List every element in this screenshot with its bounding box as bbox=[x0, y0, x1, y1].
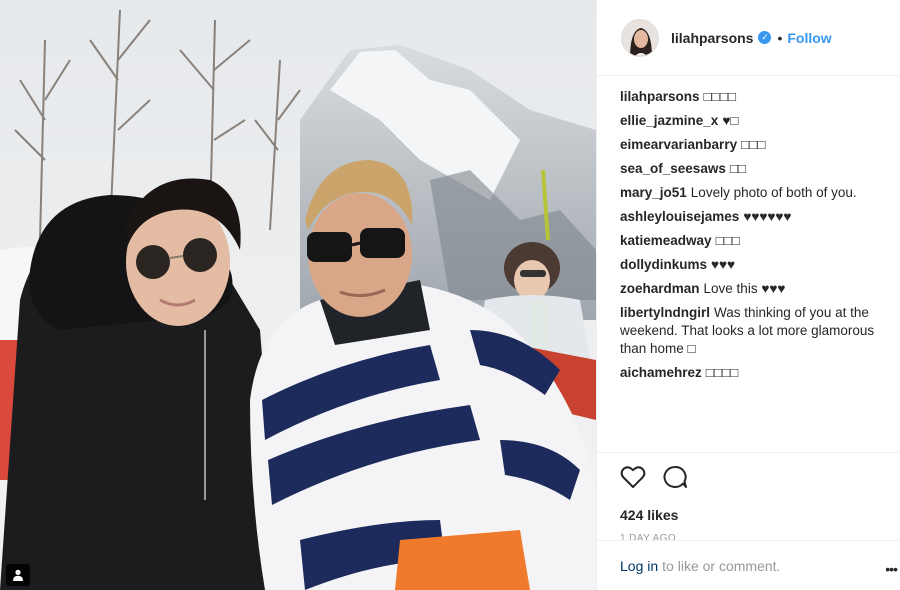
comment-author[interactable]: zoehardman bbox=[620, 281, 700, 296]
post-photo[interactable] bbox=[0, 0, 596, 590]
login-link[interactable]: Log in bbox=[620, 558, 658, 574]
header-username[interactable]: lilahparsons bbox=[671, 30, 753, 46]
photo-illustration bbox=[0, 0, 596, 590]
comment-item: lilahparsons □□□□ bbox=[620, 88, 880, 106]
more-options-icon[interactable]: ••• bbox=[885, 561, 898, 577]
comment-author[interactable]: aichamehrez bbox=[620, 365, 702, 380]
comment-text: □□□□ bbox=[705, 365, 739, 380]
comment-text: □□ bbox=[729, 161, 747, 176]
avatar[interactable] bbox=[621, 18, 659, 57]
comment-item: mary_jo51 Lovely photo of both of you. bbox=[620, 184, 880, 202]
comment-footer: Log in to like or comment. ••• bbox=[597, 540, 900, 590]
post-sidebar: lilahparsons ✓ • Follow lilahparsons □□□□… bbox=[596, 0, 900, 590]
comment-text: □□□ bbox=[741, 137, 766, 152]
comment-item: ellie_jazmine_x ♥□ bbox=[620, 112, 880, 130]
separator-dot: • bbox=[777, 29, 783, 46]
likes-count[interactable]: 424 likes bbox=[620, 507, 878, 523]
comment-item: katiemeadway □□□ bbox=[620, 232, 880, 250]
comment-icon[interactable] bbox=[662, 465, 688, 489]
comment-text: □□□□ bbox=[703, 89, 737, 104]
user-tag-icon[interactable] bbox=[6, 564, 30, 586]
comment-text: Lovely photo of both of you. bbox=[690, 185, 857, 200]
comment-author[interactable]: lilahparsons bbox=[620, 89, 700, 104]
post-header: lilahparsons ✓ • Follow bbox=[597, 0, 900, 76]
verified-badge-icon: ✓ bbox=[758, 31, 772, 44]
comment-author[interactable]: mary_jo51 bbox=[620, 185, 687, 200]
comment-item: eimearvarianbarry □□□ bbox=[620, 136, 880, 154]
comment-author[interactable]: ellie_jazmine_x bbox=[620, 113, 718, 128]
comment-author[interactable]: ashleylouisejames bbox=[620, 209, 739, 224]
person-icon bbox=[13, 569, 23, 581]
comment-item: libertylndngirl Was thinking of you at th… bbox=[620, 304, 880, 358]
comment-item: aichamehrez □□□□ bbox=[620, 364, 880, 382]
comments-list: lilahparsons □□□□ ellie_jazmine_x ♥□ eimearv… bbox=[597, 76, 900, 450]
heart-icon[interactable] bbox=[620, 465, 646, 489]
comment-text: ♥□ bbox=[722, 113, 739, 128]
comment-text: □□□ bbox=[715, 233, 741, 248]
comment-text: ♥♥♥♥♥♥ bbox=[743, 209, 792, 224]
post-actions: 424 likes 1 DAY AGO bbox=[597, 452, 900, 544]
comment-item: dollydinkums ♥♥♥ bbox=[620, 256, 880, 274]
comment-item: zoehardman Love this ♥♥♥ bbox=[620, 280, 880, 298]
comment-item: sea_of_seesaws □□ bbox=[620, 160, 880, 178]
comment-text: ♥♥♥ bbox=[711, 257, 736, 272]
comment-author[interactable]: sea_of_seesaws bbox=[620, 161, 726, 176]
follow-button[interactable]: Follow bbox=[787, 30, 831, 46]
avatar-image bbox=[622, 19, 658, 56]
comment-author[interactable]: eimearvarianbarry bbox=[620, 137, 737, 152]
comment-item: ashleylouisejames ♥♥♥♥♥♥ bbox=[620, 208, 880, 226]
comment-author[interactable]: katiemeadway bbox=[620, 233, 712, 248]
comment-author[interactable]: libertylndngirl bbox=[620, 305, 710, 320]
comment-text: Love this ♥♥♥ bbox=[703, 281, 786, 296]
comment-author[interactable]: dollydinkums bbox=[620, 257, 707, 272]
login-suffix: to like or comment. bbox=[662, 557, 781, 574]
